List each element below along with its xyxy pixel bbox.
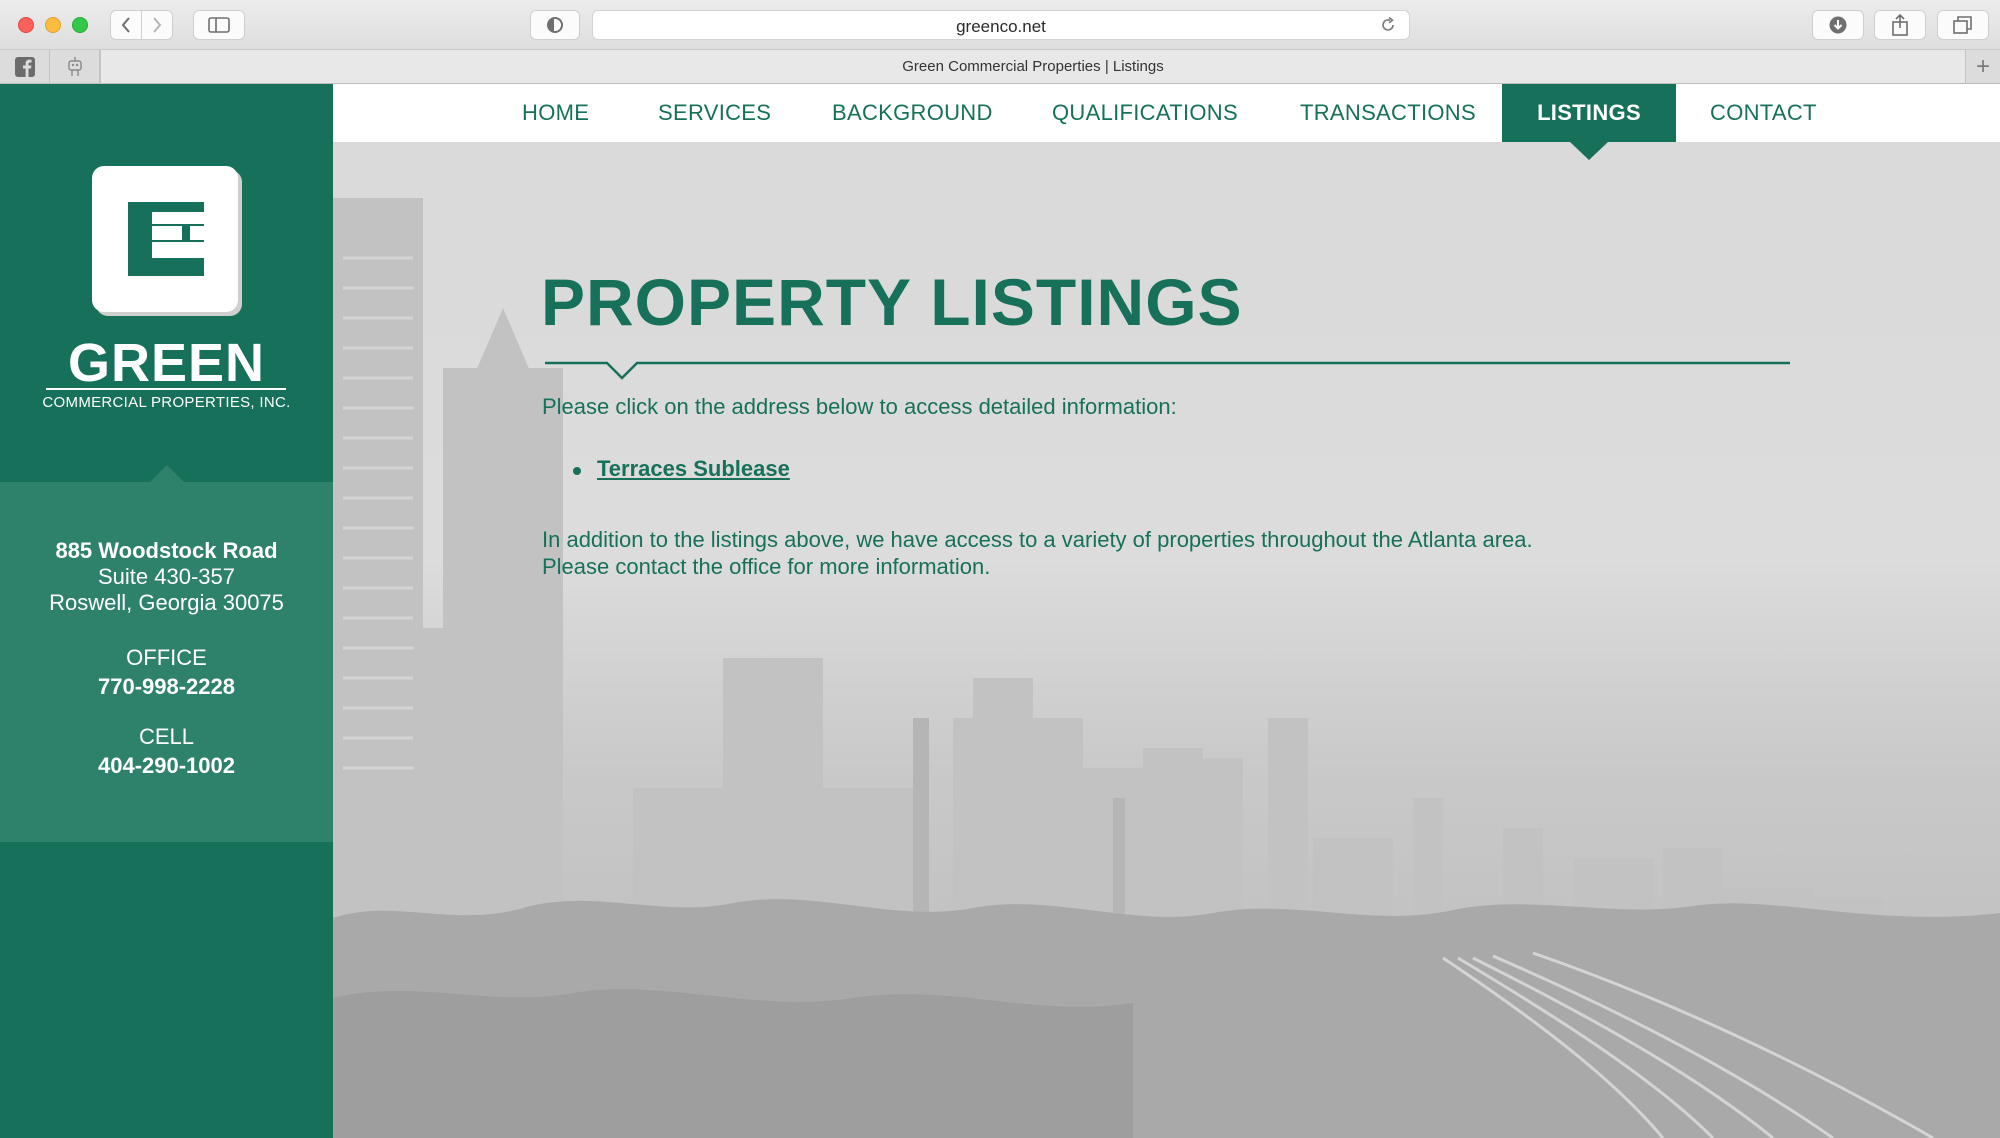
- nav-transactions[interactable]: TRANSACTIONS: [1300, 84, 1476, 142]
- bookmark-robot-icon: [67, 56, 82, 76]
- download-icon: [1829, 16, 1847, 34]
- new-tab-button[interactable]: +: [1966, 50, 2000, 83]
- tab-title: Green Commercial Properties | Listings: [902, 58, 1164, 75]
- address-street: 885 Woodstock Road: [55, 538, 278, 563]
- address-bar[interactable]: greenco.net: [592, 10, 1410, 40]
- bookmark-item[interactable]: [50, 50, 100, 83]
- nav-contact[interactable]: CONTACT: [1710, 84, 1817, 142]
- brand-subtitle: COMMERCIAL PROPERTIES, INC.: [42, 394, 291, 411]
- office-phone[interactable]: 770-998-2228: [0, 674, 333, 700]
- privacy-button[interactable]: [530, 10, 580, 40]
- tab-bar: Green Commercial Properties | Listings +: [0, 50, 2000, 84]
- browser-toolbar: greenco.net: [0, 0, 2000, 50]
- forward-button[interactable]: [141, 10, 173, 40]
- contact-notch: [150, 465, 184, 482]
- main-navigation: HOME SERVICES BACKGROUND QUALIFICATIONS …: [333, 84, 2000, 142]
- web-page: GREEN COMMERCIAL PROPERTIES, INC. 885 Wo…: [0, 84, 2000, 1138]
- reload-icon[interactable]: [1379, 16, 1397, 39]
- list-bullet: [573, 467, 581, 475]
- active-nav-pointer: [1570, 142, 1608, 160]
- green-logo-icon[interactable]: [92, 166, 244, 318]
- contact-info-box: 885 Woodstock Road Suite 430-357 Roswell…: [0, 482, 333, 842]
- brand-divider: [46, 388, 286, 390]
- heading-divider: [545, 361, 1790, 380]
- back-button[interactable]: [110, 10, 142, 40]
- info-paragraph-line-2: Please contact the office for more infor…: [542, 554, 991, 579]
- chevron-left-icon: [121, 17, 130, 33]
- close-window-button[interactable]: [18, 17, 34, 33]
- brand-name: GREEN: [67, 333, 266, 393]
- address-suite: Suite 430-357: [98, 564, 235, 589]
- address-city: Roswell, Georgia 30075: [49, 590, 284, 615]
- nav-background[interactable]: BACKGROUND: [832, 84, 993, 142]
- nav-qualifications[interactable]: QUALIFICATIONS: [1052, 84, 1238, 142]
- zoom-window-button[interactable]: [72, 17, 88, 33]
- shield-icon: [547, 17, 563, 33]
- downloads-button[interactable]: [1812, 10, 1864, 40]
- brand-sidebar: GREEN COMMERCIAL PROPERTIES, INC. 885 Wo…: [0, 84, 333, 1138]
- page-title: PROPERTY LISTINGS: [541, 265, 1243, 339]
- nav-services[interactable]: SERVICES: [658, 84, 771, 142]
- share-icon: [1892, 14, 1908, 36]
- nav-home[interactable]: HOME: [522, 84, 589, 142]
- minimize-window-button[interactable]: [45, 17, 61, 33]
- listing-link-terraces-sublease[interactable]: Terraces Sublease: [597, 456, 790, 482]
- nav-listings[interactable]: LISTINGS: [1502, 84, 1676, 142]
- cell-label: CELL: [138, 724, 195, 749]
- info-paragraph-line-1: In addition to the listings above, we ha…: [542, 527, 1533, 552]
- facebook-icon: [14, 56, 35, 77]
- office-label: OFFICE: [126, 645, 207, 670]
- show-tabs-button[interactable]: [1937, 10, 1989, 40]
- share-button[interactable]: [1874, 10, 1926, 40]
- chevron-right-icon: [153, 17, 162, 33]
- url-text: greenco.net: [956, 17, 1046, 36]
- facebook-bookmark[interactable]: [0, 50, 50, 83]
- sidebar-icon: [208, 17, 230, 33]
- intro-text: Please click on the address below to acc…: [542, 394, 1177, 419]
- active-tab[interactable]: Green Commercial Properties | Listings: [100, 50, 1966, 83]
- sidebar-toggle-button[interactable]: [193, 10, 245, 40]
- tabs-icon: [1953, 16, 1972, 34]
- cell-phone[interactable]: 404-290-1002: [0, 753, 333, 779]
